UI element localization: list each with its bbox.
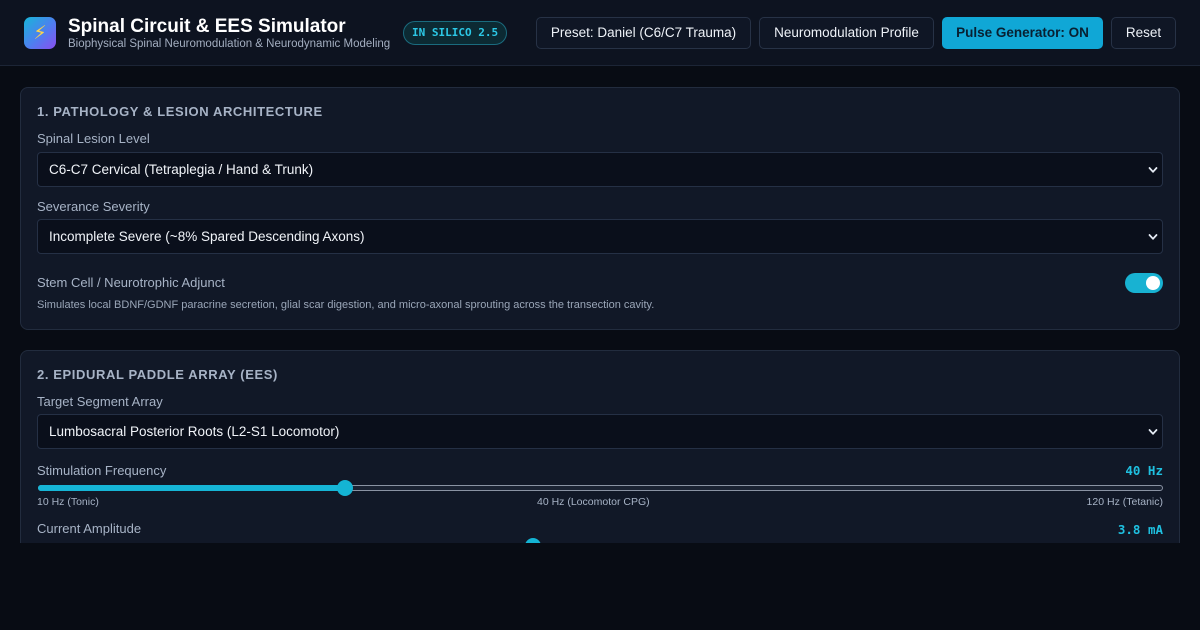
stem-cell-toggle[interactable] bbox=[1125, 273, 1163, 293]
chevron-down-icon bbox=[1148, 234, 1158, 240]
severity-value: Incomplete Severe (~8% Spared Descending… bbox=[49, 229, 365, 244]
stem-cell-label: Stem Cell / Neurotrophic Adjunct bbox=[37, 275, 225, 290]
severity-select[interactable]: Incomplete Severe (~8% Spared Descending… bbox=[37, 219, 1163, 254]
reset-button[interactable]: Reset bbox=[1111, 17, 1176, 49]
pathology-card-title: 1. PATHOLOGY & LESION ARCHITECTURE bbox=[37, 104, 323, 119]
pathology-card: 1. PATHOLOGY & LESION ARCHITECTURE Spina… bbox=[20, 87, 1180, 330]
app-subtitle: Biophysical Spinal Neuromodulation & Neu… bbox=[68, 38, 391, 50]
frequency-slider-thumb[interactable] bbox=[337, 480, 353, 496]
target-segment-select[interactable]: Lumbosacral Posterior Roots (L2-S1 Locom… bbox=[37, 414, 1163, 449]
frequency-tick-mid: 40 Hz (Locomotor CPG) bbox=[537, 496, 650, 508]
chevron-down-icon bbox=[1148, 167, 1158, 173]
toggle-knob bbox=[1146, 276, 1160, 290]
stem-cell-description: Simulates local BDNF/GDNF paracrine secr… bbox=[37, 299, 655, 311]
amplitude-readout: 3.8 mA bbox=[1117, 522, 1163, 537]
frequency-tick-min: 10 Hz (Tonic) bbox=[37, 496, 99, 508]
amplitude-label: Current Amplitude bbox=[37, 521, 142, 536]
version-badge: IN SILICO 2.5 bbox=[403, 21, 508, 45]
amplitude-slider-thumb[interactable] bbox=[525, 538, 541, 543]
lesion-level-select[interactable]: C6-C7 Cervical (Tetraplegia / Hand & Tru… bbox=[37, 152, 1163, 187]
frequency-tick-max: 120 Hz (Tetanic) bbox=[1086, 496, 1163, 508]
lightning-bolt-icon: ⚡ bbox=[24, 17, 56, 49]
target-segment-value: Lumbosacral Posterior Roots (L2-S1 Locom… bbox=[49, 424, 340, 439]
frequency-label: Stimulation Frequency bbox=[37, 463, 167, 478]
severity-label: Severance Severity bbox=[37, 199, 150, 214]
frequency-slider-fill bbox=[38, 485, 344, 491]
pulse-generator-button[interactable]: Pulse Generator: ON bbox=[942, 17, 1103, 49]
frequency-readout: 40 Hz bbox=[1125, 463, 1163, 478]
app-header: ⚡ Spinal Circuit & EES Simulator Biophys… bbox=[0, 0, 1200, 66]
preset-button[interactable]: Preset: Daniel (C6/C7 Trauma) bbox=[536, 17, 751, 49]
frequency-slider[interactable] bbox=[38, 480, 1163, 496]
ees-card: 2. EPIDURAL PADDLE ARRAY (EES) Target Se… bbox=[20, 350, 1180, 543]
chevron-down-icon bbox=[1148, 429, 1158, 435]
neuromodulation-profile-button[interactable]: Neuromodulation Profile bbox=[759, 17, 934, 49]
target-segment-label: Target Segment Array bbox=[37, 394, 163, 409]
app-title: Spinal Circuit & EES Simulator bbox=[68, 16, 346, 37]
lesion-level-label: Spinal Lesion Level bbox=[37, 131, 150, 146]
lesion-level-value: C6-C7 Cervical (Tetraplegia / Hand & Tru… bbox=[49, 162, 314, 177]
app-root: ⚡ Spinal Circuit & EES Simulator Biophys… bbox=[0, 0, 1200, 630]
ees-card-title: 2. EPIDURAL PADDLE ARRAY (EES) bbox=[37, 367, 278, 382]
